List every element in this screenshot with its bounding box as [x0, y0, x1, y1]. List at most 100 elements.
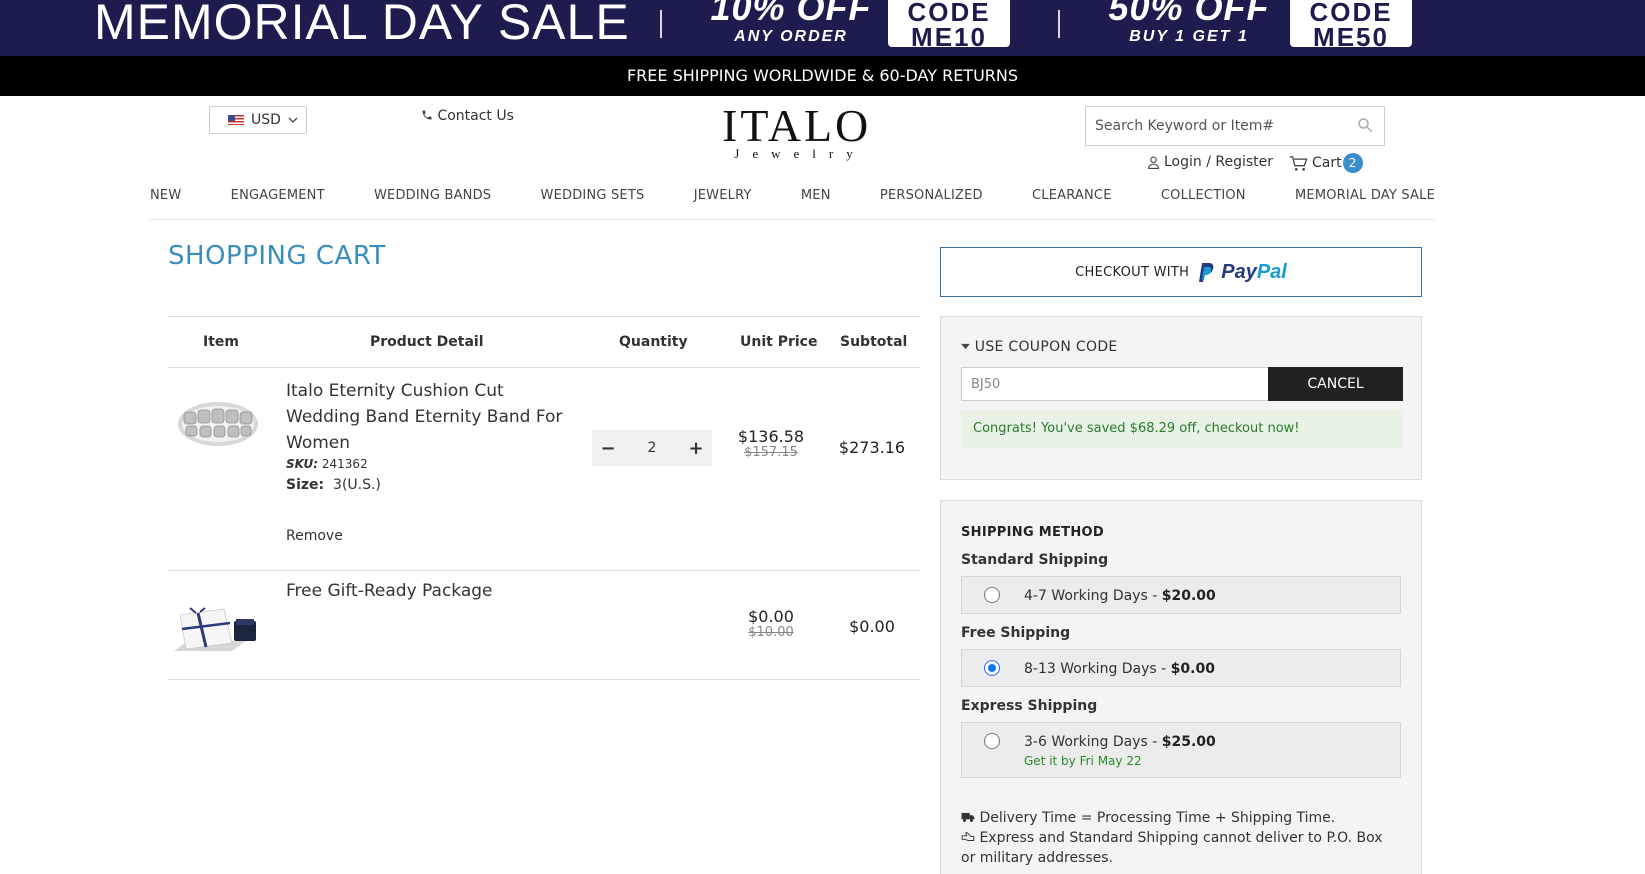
paypal-checkout-button[interactable]: CHECKOUT WITH PayPal: [940, 247, 1422, 297]
shipping-group-standard: Standard Shipping: [961, 552, 1109, 568]
radio-express[interactable]: [984, 733, 1000, 749]
banner-offer-50: 50% OFF BUY 1 GET 1: [1104, 0, 1274, 46]
nav-item-new[interactable]: NEW: [150, 188, 181, 219]
shipping-method-title: SHIPPING METHOD: [961, 525, 1104, 540]
cart-link[interactable]: Cart 2: [1289, 153, 1363, 173]
phone-icon: [422, 110, 432, 120]
currency-label: USD: [251, 112, 281, 128]
paypal-checkout-label: CHECKOUT WITH: [1075, 264, 1190, 280]
banner-title: MEMORIAL DAY SALE: [94, 0, 630, 50]
shipping-group-express: Express Shipping: [961, 698, 1098, 714]
sku-label: SKU:: [286, 457, 319, 471]
code-value: ME50: [1313, 22, 1389, 52]
radio-free[interactable]: [984, 660, 1000, 676]
decrease-quantity-button[interactable]: −: [592, 430, 624, 466]
shipping-price: $0.00: [1170, 661, 1215, 677]
nav-item-engagement[interactable]: ENGAGEMENT: [231, 188, 325, 219]
product-sku: SKU: 241362: [286, 457, 368, 471]
current-price: $136.58: [737, 427, 805, 446]
shipping-option-express[interactable]: 3-6 Working Days - $25.00 Get it by Fri …: [961, 722, 1401, 778]
delivery-time-note: Delivery Time = Processing Time + Shippi…: [961, 808, 1401, 828]
truck-icon: [961, 812, 975, 822]
gift-package-image[interactable]: [172, 607, 260, 655]
cart-icon: [1289, 155, 1308, 171]
quantity-value[interactable]: 2: [648, 440, 657, 456]
unit-price: $136.58 $157.15: [726, 428, 816, 460]
coupon-success-message: Congrats! You've saved $68.29 off, check…: [961, 410, 1403, 448]
banner-offer-10: 10% OFF ANY ORDER: [706, 0, 876, 46]
shipping-days: 4-7 Working Days -: [1024, 588, 1162, 604]
logo-sub-text: Jewelry: [734, 146, 866, 161]
logo-main-text: ITALO: [722, 100, 872, 151]
coupon-toggle[interactable]: USE COUPON CODE: [961, 339, 1118, 355]
paypal-word-pal: Pal: [1256, 260, 1287, 283]
shipping-method-panel: SHIPPING METHOD Standard Shipping 4-7 Wo…: [940, 500, 1422, 874]
product-image-ring[interactable]: [176, 398, 260, 450]
coupon-heading: USE COUPON CODE: [974, 339, 1118, 355]
nav-item-clearance[interactable]: CLEARANCE: [1032, 188, 1112, 219]
table-row: Italo Eternity Cushion Cut Wedding Band …: [168, 368, 920, 571]
nav-item-wedding-sets[interactable]: WEDDING SETS: [541, 188, 645, 219]
coupon-panel: USE COUPON CODE CANCEL Congrats! You've …: [940, 316, 1422, 480]
code-box-me10: CODE ME10: [888, 0, 1010, 50]
shipping-price: $25.00: [1161, 734, 1216, 750]
user-icon: [1148, 156, 1159, 169]
contact-us-link[interactable]: Contact Us: [421, 108, 514, 124]
shipping-option-standard[interactable]: 4-7 Working Days - $20.00: [961, 576, 1401, 614]
size-label: Size:: [286, 477, 325, 493]
col-subtotal: Subtotal: [840, 334, 908, 350]
offer-10-text: 10% OFF: [710, 0, 872, 28]
main-nav: NEW ENGAGEMENT WEDDING BANDS WEDDING SET…: [150, 188, 1435, 220]
shipping-days: 8-13 Working Days -: [1024, 661, 1171, 677]
col-quantity: Quantity: [619, 334, 688, 350]
nav-item-memorial-day-sale[interactable]: MEMORIAL DAY SALE: [1295, 188, 1435, 219]
offer-10-sub: ANY ORDER: [734, 28, 848, 45]
italo-logo[interactable]: ITALO Jewelry: [722, 100, 872, 162]
product-name[interactable]: Free Gift-Ready Package: [286, 578, 576, 604]
table-row: Free Gift-Ready Package $0.00 $10.00 $0.…: [168, 571, 920, 680]
remove-link[interactable]: Remove: [286, 528, 343, 544]
radio-standard[interactable]: [984, 587, 1000, 603]
login-register-link[interactable]: Login / Register: [1147, 154, 1273, 170]
search-box[interactable]: [1085, 106, 1385, 146]
shipping-option-free[interactable]: 8-13 Working Days - $0.00: [961, 649, 1401, 687]
current-price: $0.00: [748, 607, 794, 626]
product-name[interactable]: Italo Eternity Cushion Cut Wedding Band …: [286, 378, 576, 456]
shipping-days: 3-6 Working Days -: [1024, 734, 1162, 750]
po-box-text: Express and Standard Shipping cannot del…: [961, 830, 1383, 866]
shipping-option-text: 3-6 Working Days - $25.00: [1024, 734, 1216, 750]
coupon-code-input[interactable]: [961, 367, 1269, 401]
table-header: Item Product Detail Quantity Unit Price …: [168, 316, 920, 368]
shipping-group-free: Free Shipping: [961, 625, 1071, 641]
code-value: ME10: [911, 22, 987, 52]
hand-point-right-icon: [961, 832, 975, 841]
col-item: Item: [203, 334, 239, 350]
search-input[interactable]: [1086, 107, 1346, 145]
unit-price: $0.00 $10.00: [726, 608, 816, 640]
promo-banner[interactable]: MEMORIAL DAY SALE 10% OFF ANY ORDER CODE…: [0, 0, 1645, 56]
shipping-price: $20.00: [1161, 588, 1216, 604]
nav-item-jewelry[interactable]: JEWELRY: [694, 188, 752, 219]
increase-quantity-button[interactable]: +: [680, 430, 712, 466]
cancel-coupon-button[interactable]: CANCEL: [1268, 367, 1403, 401]
cart-count-badge: 2: [1342, 153, 1363, 173]
cart-label: Cart: [1312, 155, 1342, 171]
quantity-stepper: − 2 +: [592, 430, 712, 466]
shipping-option-text: 4-7 Working Days - $20.00: [1024, 588, 1216, 604]
product-size: Size: 3(U.S.): [286, 477, 381, 493]
banner-divider: [1058, 10, 1060, 38]
nav-item-wedding-bands[interactable]: WEDDING BANDS: [374, 188, 491, 219]
currency-selector[interactable]: USD: [209, 106, 307, 134]
size-value: 3(U.S.): [333, 477, 381, 493]
subtotal-value: $273.16: [838, 438, 906, 457]
nav-item-personalized[interactable]: PERSONALIZED: [880, 188, 983, 219]
us-flag-icon: [228, 115, 244, 125]
search-icon[interactable]: [1356, 116, 1374, 134]
po-box-note: Express and Standard Shipping cannot del…: [961, 828, 1401, 868]
nav-item-collection[interactable]: COLLECTION: [1161, 188, 1246, 219]
nav-item-men[interactable]: MEN: [801, 188, 831, 219]
express-eta: Get it by Fri May 22: [1024, 754, 1142, 768]
free-shipping-bar: FREE SHIPPING WORLDWIDE & 60-DAY RETURNS: [0, 56, 1645, 96]
shipping-option-text: 8-13 Working Days - $0.00: [1024, 661, 1215, 677]
col-product-detail: Product Detail: [370, 334, 484, 350]
